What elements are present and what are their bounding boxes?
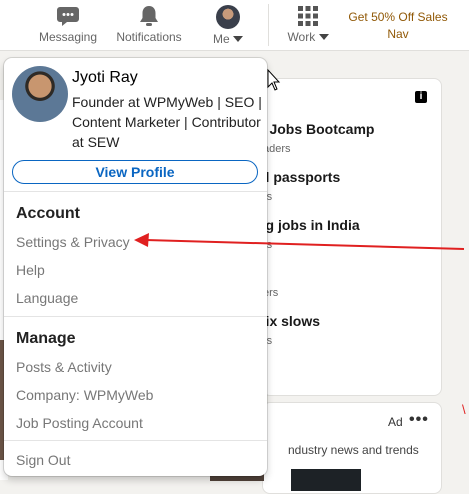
red-arrow <box>134 233 465 250</box>
annotation-overlay <box>134 68 465 250</box>
cursor-icon <box>267 68 281 91</box>
